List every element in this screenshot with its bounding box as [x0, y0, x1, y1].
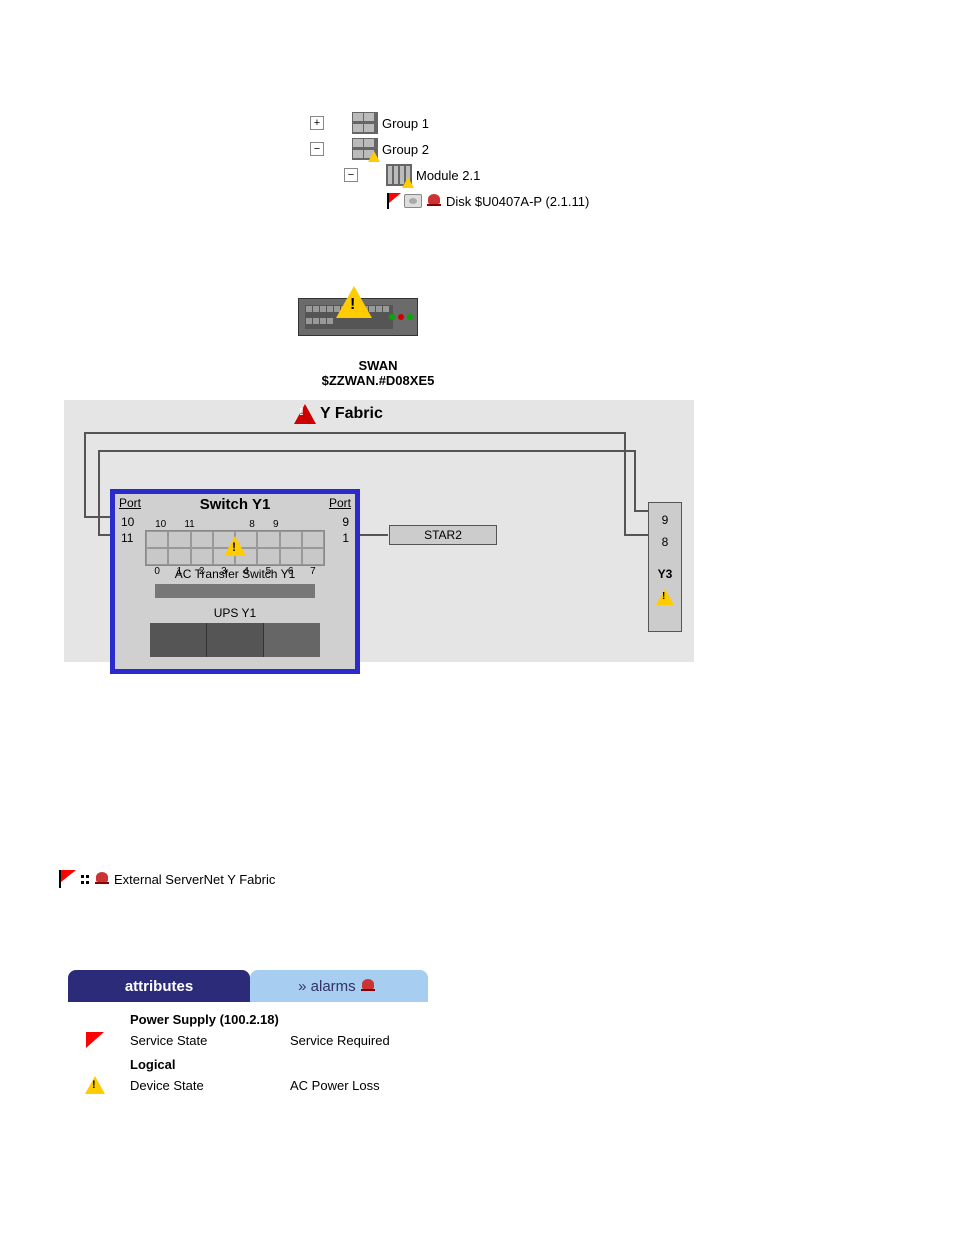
tree-label-group2: Group 2 [382, 142, 429, 157]
port-label-left: Port [119, 496, 141, 510]
swan-label: SWAN $ZZWAN.#D08XE5 [283, 358, 473, 388]
y3-label: Y3 [649, 567, 681, 581]
tree-toggle-minus[interactable]: − [310, 142, 324, 156]
attr-title: Power Supply (100.2.18) [130, 1012, 390, 1027]
module-icon [386, 164, 412, 186]
service-flag-icon [56, 870, 78, 888]
ups-label: UPS Y1 [115, 606, 355, 620]
y3-port-8: 8 [649, 531, 681, 553]
tree-label-group1: Group 1 [382, 116, 429, 131]
attr-key: Device State [130, 1078, 290, 1093]
switch-title: Switch Y1 [115, 494, 355, 513]
left-ports: 10 11 [121, 514, 134, 546]
disk-icon [404, 194, 422, 208]
service-flag-icon [86, 1032, 104, 1048]
tree-label-module: Module 2.1 [416, 168, 480, 183]
ac-transfer-box [155, 584, 315, 598]
right-ports: 9 1 [342, 514, 349, 546]
tree-toggle-minus[interactable]: − [344, 168, 358, 182]
tree-toggle-plus[interactable]: + [310, 116, 324, 130]
warning-icon [224, 536, 246, 556]
attributes-block: Power Supply (100.2.18) Service State Se… [80, 1012, 390, 1098]
switch-block: 10 11 8 9 0 1 2 3 4 5 6 7 [145, 530, 325, 566]
alarm-bell-icon [360, 978, 376, 994]
fabric-title: Y Fabric [320, 405, 383, 423]
alert-icon [294, 404, 316, 424]
swan-name: SWAN [283, 358, 473, 373]
tree-row-group1[interactable]: + Group 1 [310, 110, 589, 136]
switch-top-nums: 10 11 8 9 [146, 519, 324, 530]
external-label: External ServerNet Y Fabric [114, 872, 275, 887]
swan-addr: $ZZWAN.#D08XE5 [283, 373, 473, 388]
device-tree: + Group 1 − Group 2 − Module 2.1 Disk $U… [310, 110, 589, 214]
tree-row-disk[interactable]: Disk $U0407A-P (2.1.11) [310, 188, 589, 214]
attr-row-device-state: Device State AC Power Loss [80, 1072, 390, 1098]
group-icon [352, 112, 378, 134]
warning-icon [336, 286, 372, 318]
attr-key: Service State [130, 1033, 290, 1048]
y3-box[interactable]: 9 8 Y3 [648, 502, 682, 632]
switch-bottom-nums: 0 1 2 3 4 5 6 7 [146, 566, 324, 577]
attr-val: AC Power Loss [290, 1078, 380, 1093]
tab-bar: attributes » alarms [68, 970, 428, 1002]
ups-box [150, 623, 320, 657]
tab-attributes[interactable]: attributes [68, 970, 250, 1002]
switch-panel[interactable]: Switch Y1 Port Port 10 11 9 1 10 11 8 9 … [110, 489, 360, 674]
alarm-bell-icon [94, 871, 110, 887]
group-icon [352, 138, 378, 160]
tree-label-disk: Disk $U0407A-P (2.1.11) [446, 194, 589, 209]
tab-alarms[interactable]: » alarms [250, 970, 428, 1002]
cluster-icon [80, 873, 90, 885]
y3-port-9: 9 [649, 509, 681, 531]
warning-icon [402, 177, 414, 188]
attr-row-service-state: Service State Service Required [80, 1027, 390, 1053]
port-label-right: Port [329, 496, 351, 510]
warning-icon [85, 1076, 105, 1094]
tree-row-module[interactable]: − Module 2.1 [310, 162, 589, 188]
service-flag-icon [384, 193, 402, 209]
tree-row-group2[interactable]: − Group 2 [310, 136, 589, 162]
star-box[interactable]: STAR2 [389, 525, 497, 545]
attr-subsection: Logical [130, 1057, 390, 1072]
warning-icon [368, 151, 380, 162]
external-servernet-row[interactable]: External ServerNet Y Fabric [56, 870, 275, 888]
attr-val: Service Required [290, 1033, 390, 1048]
warning-icon [656, 589, 674, 605]
alarm-bell-icon [426, 193, 442, 209]
